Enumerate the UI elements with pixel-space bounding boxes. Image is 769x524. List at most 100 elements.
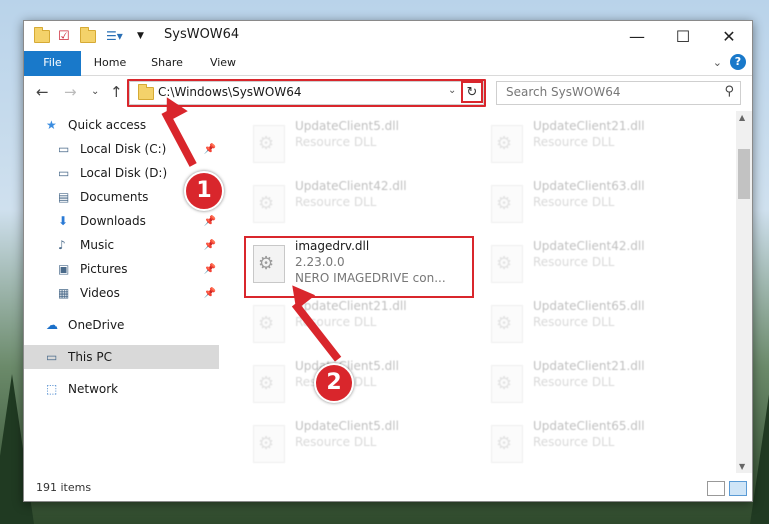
sidebar-item-label: Pictures	[80, 262, 128, 276]
drive-icon: ▭	[58, 166, 70, 180]
up-arrow-icon[interactable]: ↑	[110, 83, 123, 101]
details-view-icon[interactable]	[707, 481, 725, 496]
dll-file-icon	[491, 305, 523, 343]
sidebar-item-videos[interactable]: ▦ Videos 📌	[24, 281, 219, 305]
chevron-down-icon[interactable]: ▼	[137, 26, 144, 46]
new-folder-icon[interactable]	[80, 26, 96, 43]
videos-icon: ▦	[58, 286, 70, 300]
file-item[interactable]: UpdateClient42.dll Resource DLL	[485, 239, 713, 289]
sidebar-item-label: Videos	[80, 286, 120, 300]
scroll-up-icon[interactable]: ▲	[739, 113, 745, 122]
dll-file-icon	[491, 365, 523, 403]
dll-file-icon	[491, 185, 523, 223]
file-name: UpdateClient21.dll	[295, 299, 407, 313]
network-icon: ⬚	[46, 382, 58, 396]
file-name: UpdateClient5.dll	[295, 119, 399, 133]
file-name: UpdateClient21.dll	[533, 119, 645, 133]
dll-file-icon	[253, 305, 285, 343]
scrollbar-thumb[interactable]	[738, 149, 750, 199]
sidebar-item-label: Downloads	[80, 214, 146, 228]
ribbon: File Home Share View ⌄ ?	[24, 51, 752, 101]
expand-ribbon-icon[interactable]: ⌄	[713, 56, 722, 69]
file-item[interactable]: UpdateClient21.dllResource DLL	[247, 299, 475, 349]
close-button[interactable]: ✕	[706, 21, 752, 51]
file-name: UpdateClient5.dll	[295, 419, 399, 433]
pin-icon[interactable]: 📌	[204, 288, 216, 299]
file-item[interactable]: UpdateClient63.dll Resource DLL	[485, 179, 713, 229]
sidebar-item-network[interactable]: ⬚ Network	[24, 377, 219, 401]
sidebar-item-music[interactable]: ♪ Music 📌	[24, 233, 219, 257]
tab-share[interactable]: Share	[142, 51, 192, 75]
dll-file-icon	[253, 125, 285, 163]
customize-quick-access-icon[interactable]: ☰▾	[106, 26, 123, 46]
dll-file-icon	[491, 125, 523, 163]
forward-arrow-icon[interactable]: →	[64, 83, 77, 101]
search-icon[interactable]: ⚲	[724, 84, 734, 99]
pictures-icon: ▣	[58, 262, 70, 276]
file-description: Resource DLL	[533, 195, 615, 209]
file-description: Resource DLL	[533, 315, 615, 329]
item-count: 191 items	[36, 481, 92, 494]
file-item[interactable]: UpdateClient21.dllResource DLL	[485, 359, 713, 409]
sidebar-item-downloads[interactable]: ⬇ Downloads 📌	[24, 209, 219, 233]
file-description: Resource DLL	[295, 135, 377, 149]
sidebar-item-this-pc[interactable]: ▭ This PC	[24, 345, 219, 369]
pin-icon[interactable]: 📌	[204, 144, 216, 155]
dll-file-icon	[491, 245, 523, 283]
search-input[interactable]: Search SysWOW64 ⚲	[496, 81, 741, 105]
dll-file-icon	[253, 185, 285, 223]
window-title: SysWOW64	[164, 27, 240, 42]
refresh-button[interactable]: ↻	[461, 81, 483, 103]
file-highlight-box	[244, 236, 474, 298]
file-name: UpdateClient63.dll	[533, 179, 645, 193]
file-name: UpdateClient42.dll	[533, 239, 645, 253]
dll-file-icon	[491, 425, 523, 463]
step-badge-2: 2	[314, 363, 354, 403]
vertical-scrollbar[interactable]: ▲ ▼	[736, 111, 752, 473]
explorer-window: ☑ ☰▾ ▼ SysWOW64 — ☐ ✕ File Home Share Vi…	[23, 20, 753, 502]
file-item[interactable]: UpdateClient42.dll Resource DLL	[247, 179, 475, 229]
documents-icon: ▤	[58, 190, 70, 204]
file-name: UpdateClient21.dll	[533, 359, 645, 373]
help-button[interactable]: ?	[730, 54, 746, 70]
music-icon: ♪	[58, 238, 66, 252]
file-name: UpdateClient42.dll	[295, 179, 407, 193]
cloud-icon: ☁	[46, 318, 58, 332]
dll-file-icon	[253, 425, 285, 463]
sidebar-item-label: Music	[80, 238, 115, 252]
file-item[interactable]: UpdateClient5.dllResource DLL	[247, 359, 475, 409]
sidebar-item-label: OneDrive	[68, 318, 125, 332]
navigation-bar: ← → ⌄ ↑ C:\Windows\SysWOW64 ⌄ ↻ Search S…	[24, 76, 752, 108]
file-item[interactable]: UpdateClient65.dll Resource DLL	[485, 419, 713, 469]
file-item[interactable]: UpdateClient5.dllResource DLL	[247, 419, 475, 469]
back-arrow-icon[interactable]: ←	[36, 83, 49, 101]
tiles-view-icon[interactable]	[729, 481, 747, 496]
file-item[interactable]: UpdateClient65.dll Resource DLL	[485, 299, 713, 349]
file-name: UpdateClient65.dll	[533, 419, 645, 433]
sidebar-item-pictures[interactable]: ▣ Pictures 📌	[24, 257, 219, 281]
maximize-button[interactable]: ☐	[660, 21, 706, 51]
sidebar-item-quick-access[interactable]: ★ Quick access	[24, 113, 219, 137]
file-item[interactable]: UpdateClient5.dll Resource DLL	[247, 119, 475, 169]
file-item[interactable]: UpdateClient21.dllResource DLL	[485, 119, 713, 169]
file-name: UpdateClient65.dll	[533, 299, 645, 313]
pin-icon[interactable]: 📌	[204, 240, 216, 251]
minimize-button[interactable]: —	[614, 21, 660, 51]
scroll-down-icon[interactable]: ▼	[739, 462, 745, 471]
tab-home[interactable]: Home	[86, 51, 134, 75]
tab-view[interactable]: View	[199, 51, 247, 75]
folder-icon[interactable]	[34, 26, 50, 43]
star-icon: ★	[46, 118, 57, 132]
pin-icon[interactable]: 📌	[204, 216, 216, 227]
computer-icon: ▭	[46, 350, 58, 364]
pin-icon[interactable]: 📌	[204, 264, 216, 275]
sidebar-item-onedrive[interactable]: ☁ OneDrive	[24, 313, 219, 337]
drive-icon: ▭	[58, 142, 70, 156]
file-description: Resource DLL	[533, 435, 615, 449]
dll-file-icon	[253, 365, 285, 403]
download-icon: ⬇	[58, 214, 69, 228]
recent-locations-icon[interactable]: ⌄	[91, 86, 99, 97]
properties-icon[interactable]: ☑	[58, 26, 70, 46]
file-description: Resource DLL	[295, 195, 377, 209]
step-badge-1: 1	[184, 171, 224, 211]
